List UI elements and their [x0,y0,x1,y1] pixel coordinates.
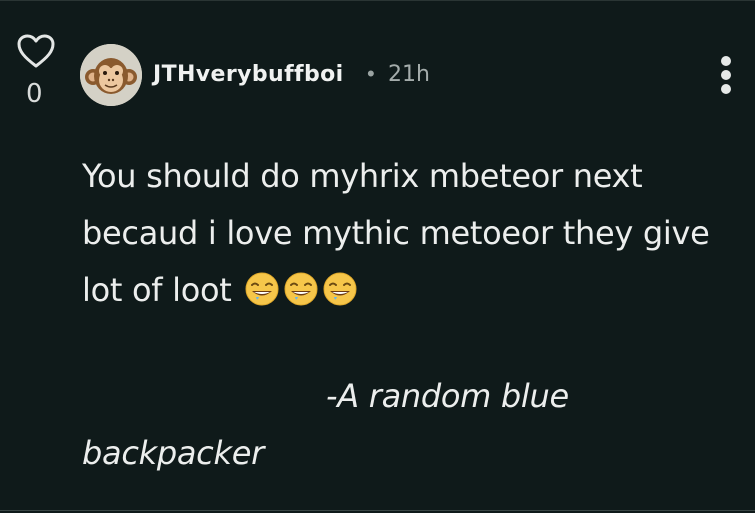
signature-line: -A random blue [326,377,569,415]
drooling-grin-emoji [284,272,318,306]
monkey-face-icon [80,44,142,106]
more-vertical-icon[interactable] [716,55,736,97]
comment-body: You should do myhrix mbeteor next becaud… [82,148,732,319]
vote-count: 0 [26,79,43,109]
post-timestamp: 21h [388,62,430,87]
comment-line: You should do myhrix mbeteor next [82,157,643,195]
comment-line: lot of loot [82,271,232,309]
author-name[interactable]: JTHverybuffboi [153,62,344,87]
comment-line: becaud i love mythic metoeor they give [82,214,710,252]
bottom-divider [0,510,755,511]
drooling-grin-emoji [323,272,357,306]
top-divider [0,0,755,1]
meta-separator: • [367,61,375,86]
vote-column: 0 [16,33,58,109]
avatar[interactable] [80,44,142,106]
signature-line: backpacker [82,434,264,472]
comment-line-with-emoji: lot of loot [82,262,732,319]
drooling-grin-emoji [245,272,279,306]
heart-outline-icon[interactable] [16,33,56,69]
